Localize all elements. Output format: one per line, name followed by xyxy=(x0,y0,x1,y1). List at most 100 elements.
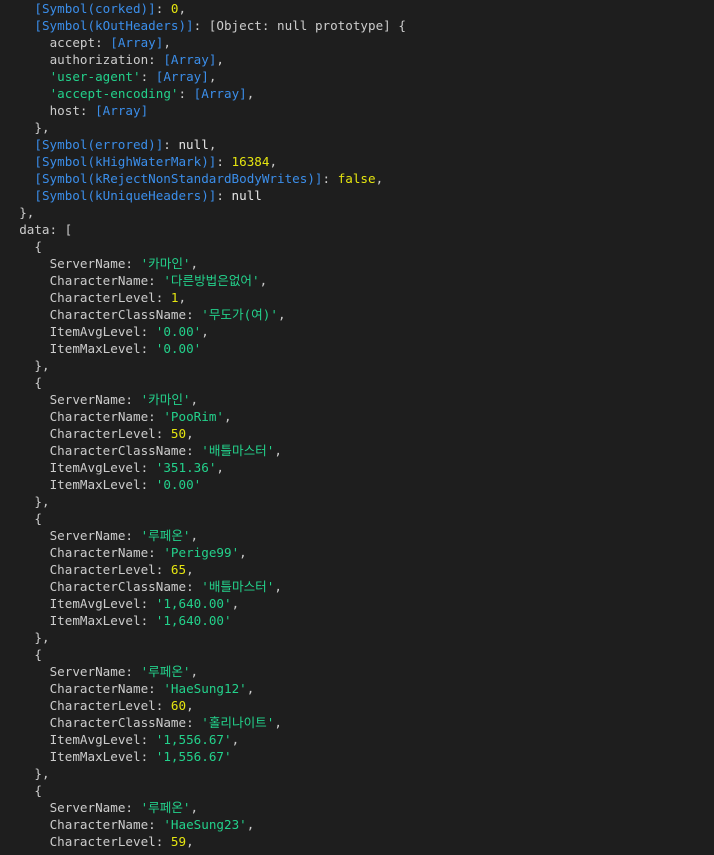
token-plain: , xyxy=(277,307,286,322)
terminal-line: { xyxy=(0,782,714,799)
token-plain: host: xyxy=(49,103,96,118)
token-string: '루페온' xyxy=(140,664,191,679)
token-plain: }, xyxy=(34,494,50,509)
terminal-line: CharacterName: 'PooRim', xyxy=(0,408,714,425)
token-plain: data: [ xyxy=(19,222,73,237)
token-string: '홀리나이트' xyxy=(201,715,275,730)
terminal-line: CharacterLevel: 65, xyxy=(0,561,714,578)
token-plain: , xyxy=(186,698,194,713)
token-string: '1,640.00' xyxy=(155,613,232,628)
token-array: [Array] xyxy=(155,69,209,84)
terminal-line: ServerName: '카마인', xyxy=(0,391,714,408)
token-plain: : [Object: null prototype] { xyxy=(193,18,406,33)
terminal-line: { xyxy=(0,510,714,527)
token-array: [Array] xyxy=(110,35,164,50)
token-plain: ItemMaxLevel: xyxy=(49,477,156,492)
token-plain: ServerName: xyxy=(49,528,141,543)
token-string: '1,556.67' xyxy=(155,749,232,764)
terminal-line: ItemAvgLevel: '0.00', xyxy=(0,323,714,340)
token-string: '카마인' xyxy=(140,392,191,407)
token-plain: CharacterName: xyxy=(49,681,164,696)
token-plain: , xyxy=(246,817,255,832)
terminal-line: [Symbol(kUniqueHeaders)]: null xyxy=(0,187,714,204)
terminal-line: CharacterLevel: 1, xyxy=(0,289,714,306)
token-plain: , xyxy=(201,324,209,339)
terminal-line: ServerName: '루페온', xyxy=(0,527,714,544)
token-number: 65 xyxy=(170,562,187,577)
token-plain: , xyxy=(239,545,247,560)
token-array: [Array] xyxy=(163,52,217,67)
token-plain: ServerName: xyxy=(49,800,141,815)
token-plain: : xyxy=(140,69,156,84)
terminal-line: ServerName: '루페온', xyxy=(0,663,714,680)
terminal-line: CharacterClassName: '배틀마스터', xyxy=(0,442,714,459)
token-plain: }, xyxy=(34,766,50,781)
token-plain: CharacterName: xyxy=(49,545,164,560)
token-string: '배틀마스터' xyxy=(201,443,275,458)
token-null: null xyxy=(178,137,209,152)
token-plain: : xyxy=(216,154,232,169)
token-plain: }, xyxy=(34,358,50,373)
token-plain: , xyxy=(216,460,225,475)
token-plain: , xyxy=(186,834,194,849)
token-bool: false xyxy=(337,171,376,186)
token-string: '배틀마스터' xyxy=(201,579,275,594)
terminal-line: CharacterName: '다른방법은없어', xyxy=(0,272,714,289)
terminal-line: [Symbol(kHighWaterMark)]: 16384, xyxy=(0,153,714,170)
terminal-output[interactable]: [Symbol(corked)]: 0, [Symbol(kOutHeaders)… xyxy=(0,0,714,855)
token-array: [Array] xyxy=(193,86,247,101)
token-plain: , xyxy=(231,596,240,611)
token-plain: CharacterLevel: xyxy=(49,698,171,713)
terminal-line: CharacterName: 'HaeSung12', xyxy=(0,680,714,697)
token-plain: , xyxy=(375,171,384,186)
token-plain: , xyxy=(190,800,199,815)
token-plain: ServerName: xyxy=(49,256,141,271)
terminal-line: ItemAvgLevel: '1,640.00', xyxy=(0,595,714,612)
token-number: 1 xyxy=(170,290,179,305)
token-plain: CharacterLevel: xyxy=(49,834,171,849)
token-string: 'HaeSung23' xyxy=(163,817,247,832)
terminal-line: ServerName: '카마인', xyxy=(0,255,714,272)
terminal-line: data: [ xyxy=(0,221,714,238)
token-string: '0.00' xyxy=(155,341,202,356)
token-array: [Array] xyxy=(95,103,149,118)
terminal-line: host: [Array] xyxy=(0,102,714,119)
terminal-line: CharacterClassName: '배틀마스터', xyxy=(0,578,714,595)
token-plain: ItemAvgLevel: xyxy=(49,324,156,339)
token-plain: ItemAvgLevel: xyxy=(49,460,156,475)
token-string: '0.00' xyxy=(155,324,202,339)
token-plain: { xyxy=(34,239,42,254)
terminal-line: { xyxy=(0,374,714,391)
token-string: '351.36' xyxy=(155,460,217,475)
token-number: 60 xyxy=(170,698,187,713)
token-string: '루페온' xyxy=(140,528,191,543)
token-plain: ItemMaxLevel: xyxy=(49,341,156,356)
token-plain: , xyxy=(231,732,240,747)
terminal-line: CharacterName: 'HaeSung23', xyxy=(0,816,714,833)
token-plain: : xyxy=(322,171,338,186)
token-plain: , xyxy=(190,256,199,271)
token-plain: { xyxy=(34,511,42,526)
terminal-line: CharacterLevel: 50, xyxy=(0,425,714,442)
token-plain: CharacterLevel: xyxy=(49,426,171,441)
terminal-line: CharacterLevel: 60, xyxy=(0,697,714,714)
terminal-line: { xyxy=(0,238,714,255)
token-plain: : xyxy=(216,188,232,203)
token-plain: CharacterClassName: xyxy=(49,307,202,322)
token-string: '1,640.00' xyxy=(155,596,232,611)
token-plain: , xyxy=(178,290,187,305)
token-plain: CharacterClassName: xyxy=(49,715,202,730)
token-string: '무도가(여)' xyxy=(201,307,278,322)
token-string: '1,556.67' xyxy=(155,732,232,747)
terminal-line: [Symbol(kRejectNonStandardBodyWrites)]: … xyxy=(0,170,714,187)
terminal-line: ItemMaxLevel: '1,556.67' xyxy=(0,748,714,765)
terminal-line: ServerName: '루페온', xyxy=(0,799,714,816)
terminal-line: accept: [Array], xyxy=(0,34,714,51)
token-null: null xyxy=(231,188,262,203)
token-symbol: [Symbol(kUniqueHeaders)] xyxy=(34,188,217,203)
token-plain: { xyxy=(34,375,42,390)
terminal-line: }, xyxy=(0,204,714,221)
token-plain: accept: xyxy=(49,35,111,50)
token-plain: , xyxy=(246,681,255,696)
token-plain: authorization: xyxy=(49,52,164,67)
